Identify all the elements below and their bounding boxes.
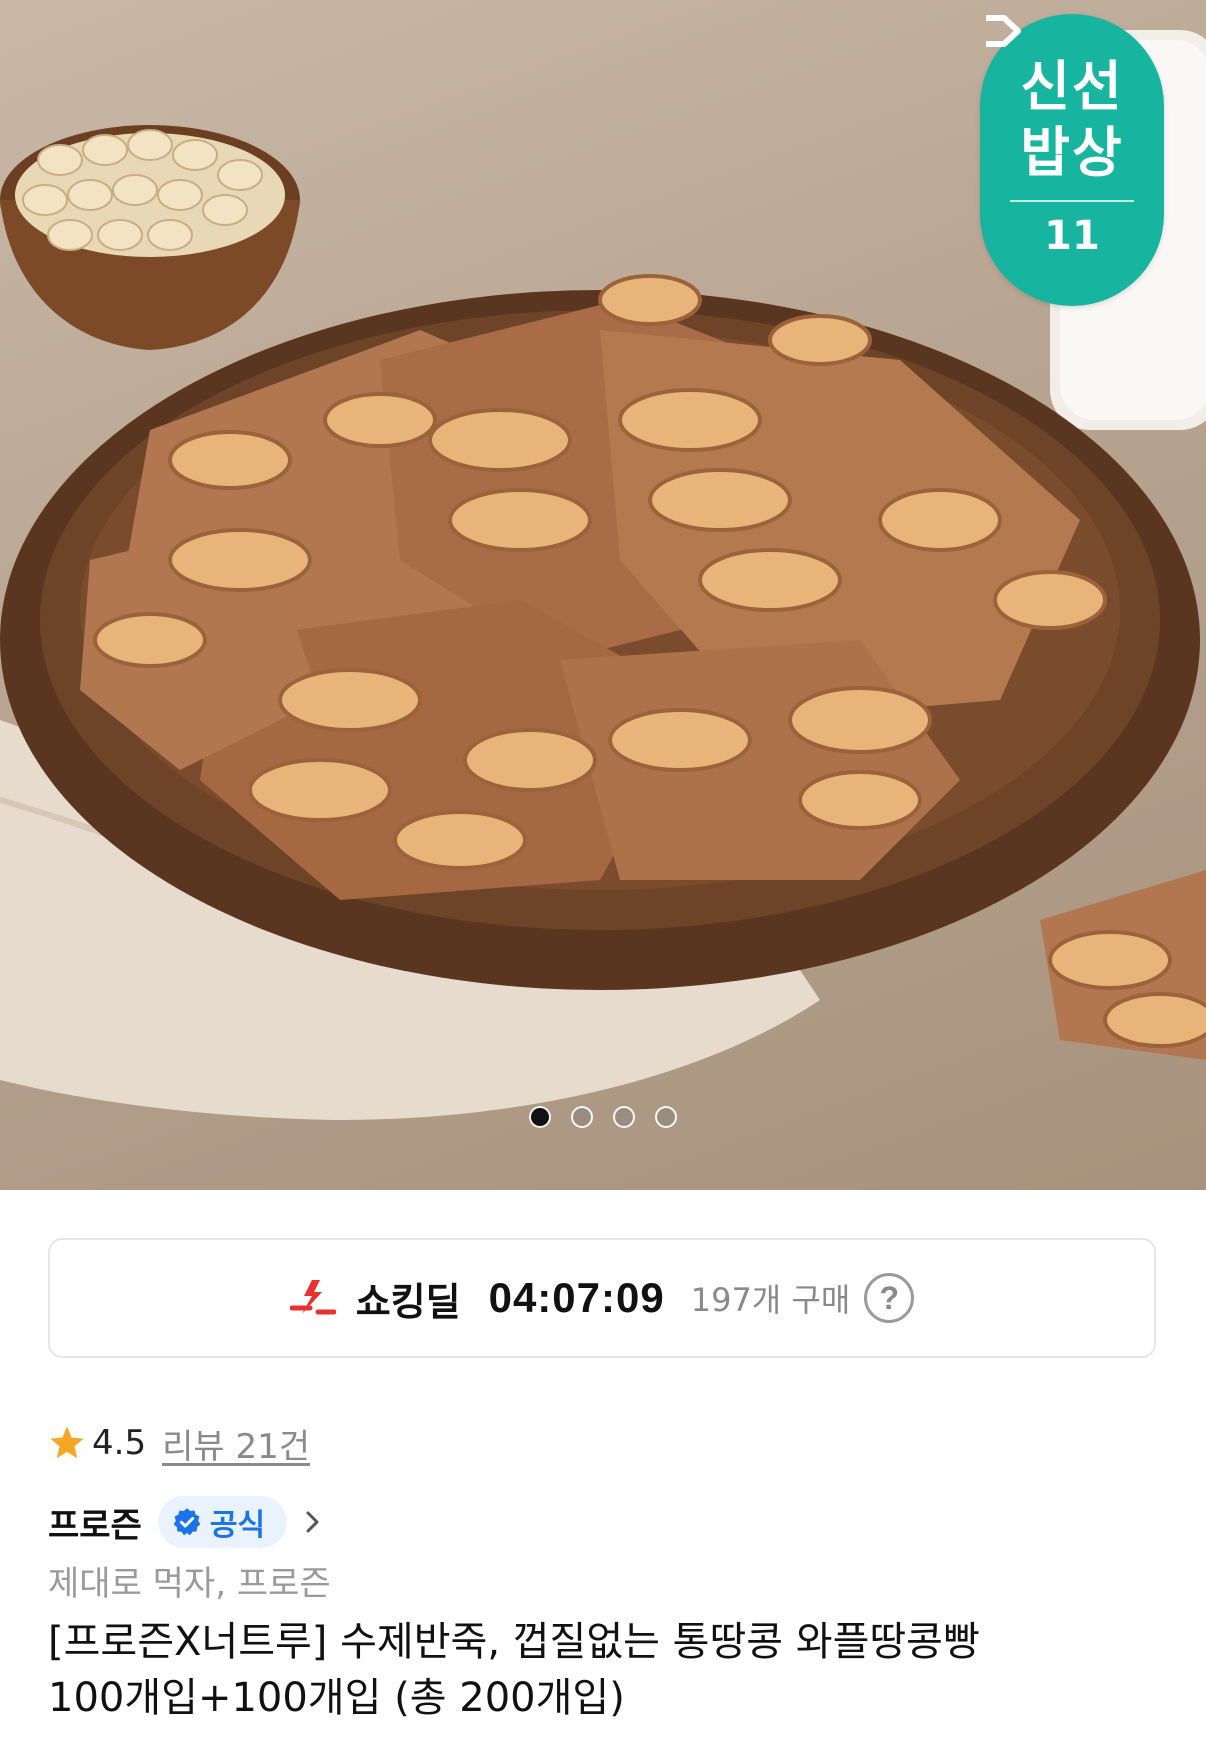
product-title: [프로즌X너트루] 수제반죽, 껍질없는 통땅콩 와플땅콩빵 100개입+100… bbox=[48, 1614, 1158, 1726]
badge-divider bbox=[1010, 200, 1134, 202]
eleven-street-arrow-icon bbox=[986, 15, 1021, 47]
product-image-carousel[interactable]: 신선 밥상 11 bbox=[0, 0, 1206, 1190]
carousel-indicator bbox=[0, 1106, 1206, 1128]
eleven-street-logo: 11 bbox=[986, 15, 1100, 260]
shocking-deal-icon bbox=[289, 1280, 336, 1315]
product-title-line-1: [프로즌X너트루] 수제반죽, 껍질없는 통땅콩 와플땅콩빵 bbox=[48, 1619, 980, 1665]
seller-name[interactable]: 프로즌 bbox=[48, 1498, 142, 1547]
seller-tagline: 제대로 먹자, 프로즌 bbox=[48, 1564, 331, 1604]
carousel-dot-4[interactable] bbox=[655, 1106, 677, 1128]
official-label: 공식 bbox=[209, 1508, 266, 1543]
chevron-right-icon[interactable] bbox=[303, 1508, 323, 1536]
badge-line-2: 밥상 bbox=[1020, 121, 1124, 184]
carousel-dot-3[interactable] bbox=[613, 1106, 635, 1128]
deal-countdown-timer: 04:07:09 bbox=[488, 1274, 665, 1321]
help-icon[interactable]: ? bbox=[864, 1273, 915, 1323]
star-icon bbox=[50, 1426, 84, 1459]
carousel-dot-1[interactable] bbox=[529, 1106, 551, 1128]
purchase-count: 197개 구매 bbox=[690, 1281, 851, 1319]
rating-summary: 4.5 리뷰 21건 bbox=[48, 1418, 310, 1468]
review-count-link[interactable]: 리뷰 21건 bbox=[162, 1419, 310, 1468]
shocking-deal-banner: 쇼킹딜 04:07:09 197개 구매 ? bbox=[48, 1238, 1156, 1358]
product-title-line-2: 100개입+100개입 (총 200개입) bbox=[48, 1675, 625, 1721]
official-seller-badge: 공식 bbox=[157, 1496, 288, 1548]
seller-info[interactable]: 프로즌 공식 bbox=[48, 1496, 323, 1548]
carousel-dot-2[interactable] bbox=[571, 1106, 593, 1128]
deal-label: 쇼킹딜 bbox=[355, 1279, 461, 1324]
rating-value: 4.5 bbox=[92, 1423, 147, 1463]
badge-brand-text: 11 bbox=[1044, 213, 1100, 259]
verified-check-icon bbox=[173, 1508, 201, 1536]
help-icon-glyph: ? bbox=[879, 1279, 900, 1316]
badge-line-1: 신선 bbox=[1020, 55, 1124, 118]
fresh-table-badge: 신선 밥상 11 bbox=[980, 14, 1164, 306]
